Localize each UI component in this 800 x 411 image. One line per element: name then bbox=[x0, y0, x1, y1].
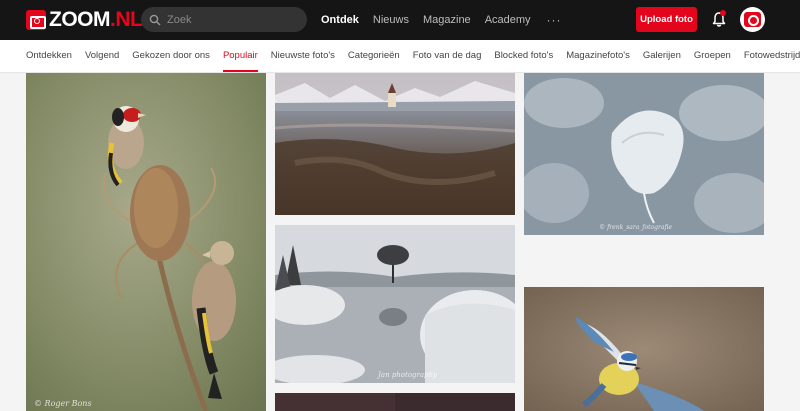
tab-ontdekken[interactable]: Ontdekken bbox=[26, 40, 72, 72]
main-nav-magazine[interactable]: Magazine bbox=[423, 14, 471, 26]
logo-text-suffix: .NL bbox=[110, 8, 143, 31]
tab-nieuwste-fotos[interactable]: Nieuwste foto's bbox=[271, 40, 335, 72]
main-nav-nieuws[interactable]: Nieuws bbox=[373, 14, 409, 26]
main-nav-academy[interactable]: Academy bbox=[485, 14, 531, 26]
main-nav-ontdek[interactable]: Ontdek bbox=[321, 14, 359, 26]
main-nav: Ontdek Nieuws Magazine Academy ··· bbox=[321, 0, 562, 40]
photo-watermark: © frenk_sara_fotografie bbox=[599, 224, 672, 231]
user-avatar[interactable] bbox=[740, 7, 765, 32]
tab-magazinefotos[interactable]: Magazinefoto's bbox=[566, 40, 630, 72]
photo-dark-preview[interactable] bbox=[275, 393, 515, 411]
tab-volgend[interactable]: Volgend bbox=[85, 40, 119, 72]
tab-gekozen-door-ons[interactable]: Gekozen door ons bbox=[132, 40, 210, 72]
goldfinch-image bbox=[26, 73, 266, 411]
frozen-pond-image bbox=[524, 73, 764, 235]
logo-text: ZOOM.NL bbox=[49, 8, 143, 32]
snowy-lake-image bbox=[275, 225, 515, 383]
photo-watermark: © Roger Bons bbox=[34, 399, 92, 408]
church-image bbox=[275, 73, 515, 215]
tab-blocked-fotos[interactable]: Blocked foto's bbox=[494, 40, 553, 72]
photo-blue-tit[interactable] bbox=[524, 287, 764, 411]
tab-groepen[interactable]: Groepen bbox=[694, 40, 731, 72]
logo-text-main: ZOOM bbox=[49, 8, 111, 31]
tab-categorieen[interactable]: Categorieën bbox=[348, 40, 400, 72]
blue-tit-image bbox=[524, 287, 764, 411]
tab-populair[interactable]: Populair bbox=[222, 40, 258, 72]
dark-preview-image bbox=[275, 393, 515, 411]
tab-foto-van-de-dag[interactable]: Foto van de dag bbox=[413, 40, 482, 72]
camera-logo-icon bbox=[26, 10, 46, 30]
photo-frozen-pond[interactable]: © frenk_sara_fotografie bbox=[524, 73, 764, 235]
notification-badge bbox=[720, 10, 726, 16]
photo-church-reflection[interactable] bbox=[275, 73, 515, 215]
upload-photo-button[interactable]: Upload foto bbox=[636, 7, 697, 32]
photo-watermark: Jan photography bbox=[378, 371, 437, 379]
photo-goldfinches[interactable]: © Roger Bons bbox=[26, 73, 266, 411]
more-menu-icon[interactable]: ··· bbox=[547, 13, 562, 27]
site-logo[interactable]: ZOOM.NL bbox=[26, 8, 143, 32]
photo-snowy-lake-tree[interactable]: Jan photography bbox=[275, 225, 515, 383]
search-box[interactable] bbox=[141, 7, 307, 32]
search-input[interactable] bbox=[167, 13, 297, 26]
sub-nav: Ontdekken Volgend Gekozen door ons Popul… bbox=[0, 40, 800, 73]
tab-galerijen[interactable]: Galerijen bbox=[643, 40, 681, 72]
tab-fotowedstrijden[interactable]: Fotowedstrijden bbox=[744, 40, 800, 72]
search-icon bbox=[149, 14, 161, 25]
top-bar: ZOOM.NL Ontdek Nieuws Magazine Academy ·… bbox=[0, 0, 800, 40]
